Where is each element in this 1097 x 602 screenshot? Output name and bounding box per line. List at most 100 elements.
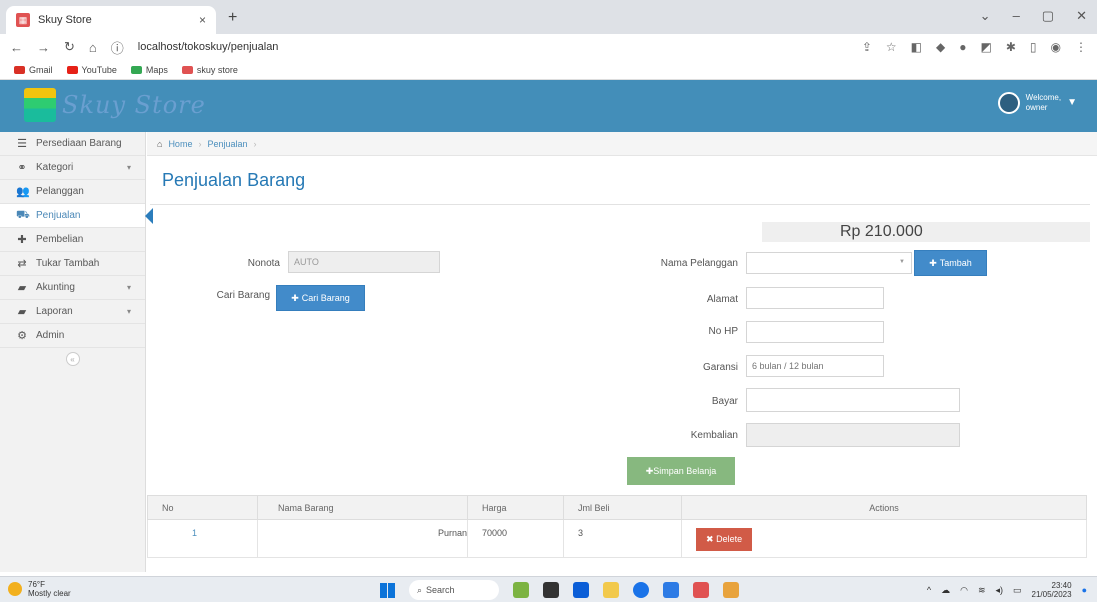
xampp-icon[interactable] bbox=[693, 582, 709, 598]
breadcrumb-current[interactable]: Penjualan bbox=[207, 139, 247, 149]
tab-close-icon[interactable]: × bbox=[199, 13, 206, 27]
info-icon[interactable]: ⓘ bbox=[111, 38, 124, 57]
alamat-field[interactable] bbox=[746, 287, 884, 309]
user-name: owner bbox=[1025, 103, 1048, 112]
cloud-icon[interactable]: ☁ bbox=[941, 585, 950, 596]
sidebar-item-akunting[interactable]: ▰ Akunting ▾ bbox=[0, 276, 145, 300]
bookmark-star-icon[interactable]: ☆ bbox=[886, 40, 897, 54]
weather-icon bbox=[8, 582, 22, 596]
browser-tab[interactable]: ▦ Skuy Store × bbox=[6, 6, 216, 34]
cart-icon: ⛟ bbox=[16, 208, 30, 221]
exchange-icon: ⇄ bbox=[17, 258, 27, 270]
plus-icon: ✚ bbox=[645, 465, 654, 476]
tags-icon: ⚭ bbox=[17, 162, 27, 174]
extension-icon[interactable]: ◩ bbox=[981, 40, 992, 54]
chevron-down-icon: ▾ bbox=[126, 163, 131, 172]
notification-icon[interactable]: ● bbox=[1082, 585, 1087, 595]
widget-icon[interactable] bbox=[513, 582, 529, 598]
reload-icon[interactable]: ↻ bbox=[64, 39, 75, 55]
puzzle-icon[interactable]: ✱ bbox=[1006, 40, 1016, 54]
home-icon[interactable]: ⌂ bbox=[89, 40, 97, 55]
sidebar-item-penjualan[interactable]: ⛟ Penjualan bbox=[0, 204, 153, 228]
total-amount: Rp 210.000 bbox=[762, 222, 1090, 242]
share-icon[interactable]: ⇪ bbox=[862, 40, 872, 54]
brand-logo[interactable]: Skuy Store bbox=[24, 88, 206, 122]
bookmarks-bar: Gmail YouTube Maps skuy store bbox=[0, 60, 1097, 80]
close-icon: ✖ bbox=[706, 534, 714, 544]
back-icon[interactable]: ← bbox=[10, 40, 23, 55]
headset-icon[interactable]: ◠ bbox=[960, 585, 968, 596]
sidebar-item-laporan[interactable]: ▰ Laporan ▾ bbox=[0, 300, 145, 324]
restore-icon[interactable]: ▢ bbox=[1042, 8, 1054, 24]
cari-barang-label: Cari Barang bbox=[216, 290, 270, 301]
users-icon: 👥 bbox=[16, 186, 30, 198]
forward-icon[interactable]: → bbox=[37, 40, 50, 55]
edge-icon[interactable] bbox=[573, 582, 589, 598]
profile-icon[interactable]: ◉ bbox=[1051, 40, 1061, 54]
breadcrumb-home[interactable]: Home bbox=[168, 139, 192, 149]
chevron-down-icon: ▾ bbox=[126, 307, 131, 316]
clock[interactable]: 23:40 21/05/2023 bbox=[1032, 581, 1072, 599]
chrome-icon[interactable] bbox=[633, 582, 649, 598]
bayar-field[interactable] bbox=[746, 388, 960, 412]
taskview-icon[interactable] bbox=[543, 582, 559, 598]
sidebar-item-persediaan-barang[interactable]: ☰ Persediaan Barang bbox=[0, 132, 145, 156]
sidebar-item-pembelian[interactable]: ✚ Pembelian bbox=[0, 228, 145, 252]
weather-desc: Mostly clear bbox=[28, 589, 71, 598]
new-tab-button[interactable]: + bbox=[228, 9, 237, 27]
extension-icon[interactable]: ◆ bbox=[936, 40, 945, 54]
sidebar-item-admin[interactable]: ⚙ Admin bbox=[0, 324, 145, 348]
sidepanel-icon[interactable]: ▯ bbox=[1030, 40, 1037, 54]
file-explorer-icon[interactable] bbox=[603, 582, 619, 598]
tambah-button[interactable]: ✚ Tambah bbox=[914, 250, 987, 276]
gmail-icon bbox=[14, 65, 25, 74]
store-app-icon[interactable] bbox=[663, 582, 679, 598]
volume-icon[interactable]: ◂) bbox=[995, 585, 1003, 596]
chevron-up-icon[interactable]: ^ bbox=[927, 585, 931, 595]
taskbar-search[interactable]: ⌕ Search bbox=[409, 580, 499, 600]
tab-search-icon[interactable]: ⌄ bbox=[980, 8, 991, 24]
sidebar-item-pelanggan[interactable]: 👥 Pelanggan bbox=[0, 180, 145, 204]
extension-icon[interactable]: ● bbox=[959, 40, 966, 54]
extension-icon[interactable]: ◧ bbox=[911, 40, 922, 54]
wifi-icon[interactable]: ≋ bbox=[978, 585, 986, 596]
collapse-icon[interactable]: « bbox=[65, 352, 80, 366]
kembalian-field[interactable] bbox=[746, 423, 960, 447]
sidebar-item-tukar-tambah[interactable]: ⇄ Tukar Tambah bbox=[0, 252, 145, 276]
book-icon: ▰ bbox=[17, 282, 27, 294]
store-logo-icon bbox=[24, 88, 56, 122]
url-input[interactable]: localhost/tokoskuy/penjualan bbox=[138, 41, 279, 53]
browser-tab-bar: ▦ Skuy Store × + ⌄ – ▢ ✕ bbox=[0, 0, 1097, 34]
no-hp-field[interactable] bbox=[746, 321, 884, 343]
menu-icon[interactable]: ⋮ bbox=[1075, 40, 1087, 54]
bayar-label: Bayar bbox=[711, 396, 738, 407]
garansi-field[interactable] bbox=[746, 355, 884, 377]
plus-icon: ✚ bbox=[291, 292, 299, 303]
minimize-icon[interactable]: – bbox=[1013, 8, 1020, 24]
bookmark-maps[interactable]: Maps bbox=[130, 65, 168, 75]
bookmark-gmail[interactable]: Gmail bbox=[14, 65, 53, 75]
cogs-icon: ⚙ bbox=[17, 330, 27, 342]
cari-barang-button[interactable]: ✚ Cari Barang bbox=[276, 285, 365, 311]
tab-title: Skuy Store bbox=[38, 14, 92, 26]
weather-widget[interactable]: 76°F Mostly clear bbox=[8, 580, 71, 598]
pelanggan-select[interactable]: ▼ bbox=[746, 252, 912, 274]
nonota-field[interactable] bbox=[288, 251, 440, 273]
address-bar: ← → ↻ ⌂ ⓘ localhost/tokoskuy/penjualan ⇪… bbox=[0, 34, 1097, 60]
delete-button[interactable]: ✖ Delete bbox=[696, 528, 753, 551]
garansi-label: Garansi bbox=[702, 362, 738, 373]
windows-start-icon[interactable] bbox=[380, 582, 395, 598]
battery-icon[interactable]: ▭ bbox=[1013, 585, 1022, 596]
divider bbox=[150, 204, 1090, 205]
book-icon: ▰ bbox=[17, 306, 27, 318]
close-window-icon[interactable]: ✕ bbox=[1076, 8, 1087, 24]
app-icon[interactable] bbox=[723, 582, 739, 598]
simpan-belanja-button[interactable]: ✚ Simpan Belanja bbox=[627, 457, 735, 485]
brand-name: Skuy Store bbox=[62, 91, 206, 119]
bookmark-youtube[interactable]: YouTube bbox=[66, 65, 117, 75]
user-menu[interactable]: Welcome, owner ▼ bbox=[997, 92, 1077, 114]
cell-harga: 70000 bbox=[467, 519, 565, 558]
alamat-label: Alamat bbox=[706, 294, 738, 305]
sidebar-item-kategori[interactable]: ⚭ Kategori ▾ bbox=[0, 156, 145, 180]
bookmark-skuy-store[interactable]: skuy store bbox=[181, 65, 238, 75]
